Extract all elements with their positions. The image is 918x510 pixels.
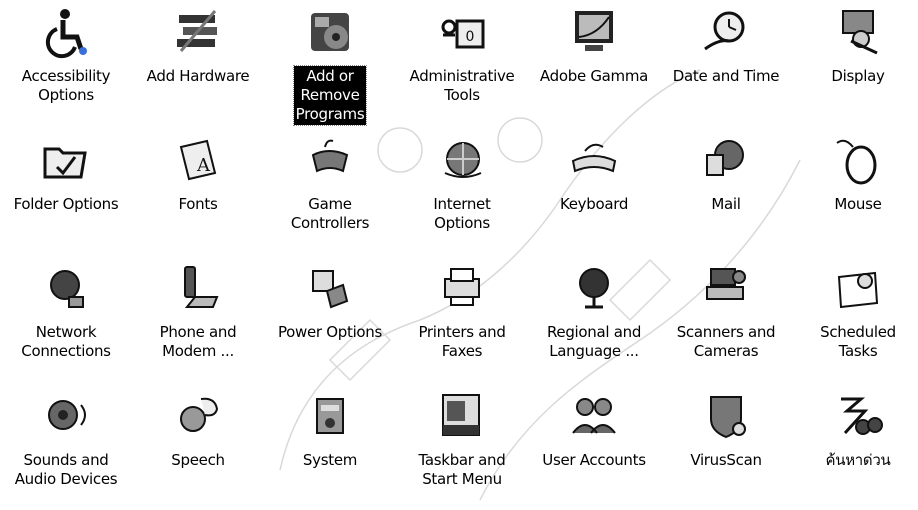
control-panel-item[interactable]: A Fonts [132,132,264,215]
control-panel-item[interactable]: Date and Time [660,4,792,87]
control-panel-item[interactable]: Network Connections [0,260,132,362]
control-panel-item[interactable]: Printers and Faxes [396,260,528,362]
control-panel-item-label: Scanners and Cameras [676,323,776,360]
control-panel-item[interactable]: Regional and Language ... [528,260,660,362]
control-panel-item-label: Game Controllers [290,195,370,232]
control-panel-item[interactable]: Game Controllers [264,132,396,234]
internet-options-icon [434,132,490,188]
control-panel-item[interactable]: Adobe Gamma [528,4,660,87]
search-binoculars-icon [830,388,886,444]
sounds-audio-icon [38,388,94,444]
keyboard-icon [566,132,622,188]
control-panel-item[interactable]: User Accounts [528,388,660,471]
control-panel-item-label: Adobe Gamma [539,67,649,85]
accessibility-icon [38,4,94,60]
control-panel-item-label: Date and Time [672,67,780,85]
control-panel-item[interactable]: Power Options [264,260,396,343]
control-panel-item-label: VirusScan [690,451,762,469]
svg-text:0: 0 [466,29,475,45]
control-panel-item-label: Internet Options [433,195,491,232]
network-connections-icon [38,260,94,316]
power-options-icon [302,260,358,316]
folder-options-icon [38,132,94,188]
control-panel-item-label: Network Connections [21,323,111,360]
control-panel-item[interactable]: Keyboard [528,132,660,215]
control-panel-item[interactable]: Mail [660,132,792,215]
date-time-icon [698,4,754,60]
control-panel-item-label: Scheduled Tasks [820,323,896,360]
control-panel-item-label: Sounds and Audio Devices [14,451,118,488]
control-panel-item-label: ค้นหาด่วน [825,451,891,469]
control-panel-item[interactable]: 0 Administrative Tools [396,4,528,106]
control-panel-item[interactable]: Add Hardware [132,4,264,87]
control-panel-item-label: Mail [711,195,741,213]
speech-icon [170,388,226,444]
control-panel-item-label: Keyboard [559,195,629,213]
system-icon [302,388,358,444]
control-panel-item[interactable]: Display [792,4,918,87]
control-panel-item[interactable]: Phone and Modem ... [132,260,264,362]
control-panel-item-label: Printers and Faxes [418,323,506,360]
control-panel-icon-grid: Accessibility Options Add Hardware Add or … [0,0,918,510]
control-panel-item-label: Taskbar and Start Menu [418,451,506,488]
control-panel-item-label: Add or Remove Programs [292,65,368,126]
control-panel-item-label: Display [831,67,885,85]
display-icon [830,4,886,60]
control-panel-item[interactable]: Mouse [792,132,918,215]
control-panel-item-label: Add Hardware [146,67,250,85]
game-controllers-icon [302,132,358,188]
control-panel-item-label: Regional and Language ... [546,323,642,360]
phone-modem-icon [170,260,226,316]
control-panel-item[interactable]: Folder Options [0,132,132,215]
add-hardware-icon [170,4,226,60]
control-panel-item-label: User Accounts [542,451,646,469]
control-panel-item[interactable]: ค้นหาด่วน [792,388,918,471]
control-panel-item-label: System [302,451,358,469]
taskbar-start-menu-icon [434,388,490,444]
control-panel-item[interactable]: Add or Remove Programs [264,4,396,126]
add-remove-programs-icon [302,4,358,60]
control-panel-item[interactable]: VirusScan [660,388,792,471]
control-panel-item-label: Accessibility Options [21,67,111,104]
printers-faxes-icon [434,260,490,316]
control-panel-item-label: Fonts [178,195,218,213]
svg-text:A: A [196,155,211,176]
user-accounts-icon [566,388,622,444]
control-panel-item[interactable]: Scheduled Tasks [792,260,918,362]
control-panel-item[interactable]: Internet Options [396,132,528,234]
adobe-gamma-icon [566,4,622,60]
control-panel-item-label: Mouse [834,195,882,213]
regional-language-icon [566,260,622,316]
scanners-cameras-icon [698,260,754,316]
control-panel-item-label: Speech [171,451,225,469]
virusscan-icon [698,388,754,444]
administrative-tools-icon: 0 [434,4,490,60]
scheduled-tasks-icon [830,260,886,316]
fonts-icon: A [170,132,226,188]
control-panel-item-label: Administrative Tools [409,67,515,104]
mouse-icon [830,132,886,188]
control-panel-item[interactable]: Sounds and Audio Devices [0,388,132,490]
mail-icon [698,132,754,188]
control-panel-item-label: Phone and Modem ... [159,323,237,360]
control-panel-item[interactable]: Taskbar and Start Menu [396,388,528,490]
control-panel-item[interactable]: System [264,388,396,471]
control-panel-item-label: Folder Options [13,195,119,213]
control-panel-item[interactable]: Scanners and Cameras [660,260,792,362]
control-panel-item[interactable]: Speech [132,388,264,471]
control-panel-item[interactable]: Accessibility Options [0,4,132,106]
control-panel-item-label: Power Options [277,323,383,341]
